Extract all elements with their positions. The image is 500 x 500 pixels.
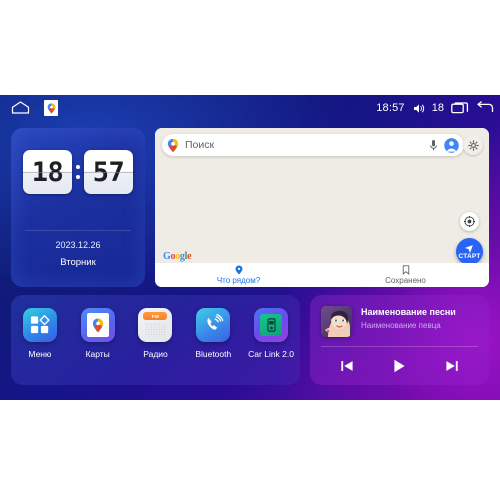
clock-hours: 18 xyxy=(23,150,72,194)
app-car-link[interactable]: Car Link 2.0 xyxy=(244,308,298,359)
status-time: 18:57 xyxy=(376,102,405,114)
radio-band-label: FM xyxy=(151,313,160,319)
google-watermark: Google xyxy=(163,251,192,262)
app-maps[interactable]: Карты xyxy=(71,308,125,359)
bookmark-icon xyxy=(402,265,409,275)
volume-level: 18 xyxy=(431,102,444,114)
car-link-icon xyxy=(254,308,289,342)
radio-speaker-grille xyxy=(145,323,166,337)
tab-whats-nearby-label: Что рядом? xyxy=(216,276,261,285)
music-divider xyxy=(321,346,478,347)
car-head-unit-home-screen: 18:57 18 18 57 2023.12.26 Вторник Поиск … xyxy=(0,95,500,400)
bluetooth-phone-icon xyxy=(196,308,231,342)
compass-locate-icon[interactable] xyxy=(460,212,479,231)
play-icon[interactable] xyxy=(391,358,407,374)
music-player-widget[interactable]: Наименование песни Наименование певца xyxy=(310,295,489,385)
status-bar: 18:57 18 xyxy=(0,95,500,121)
next-track-icon[interactable] xyxy=(445,359,459,373)
map-pin-icon xyxy=(235,265,242,275)
volume-icon[interactable] xyxy=(412,102,425,115)
search-input[interactable]: Поиск xyxy=(162,134,464,156)
clock-widget[interactable]: 18 57 2023.12.26 Вторник xyxy=(11,128,145,287)
google-maps-notification-icon[interactable] xyxy=(44,100,58,116)
start-button-label: СТАРТ xyxy=(458,253,481,260)
start-navigation-button[interactable]: СТАРТ xyxy=(456,238,483,265)
google-maps-widget[interactable]: Поиск Google СТАРТ Что рядом? Сохранено xyxy=(155,128,489,287)
status-bar-right-cluster: 18:57 18 xyxy=(376,95,494,121)
tab-saved-label: Сохранено xyxy=(385,276,426,285)
previous-track-icon[interactable] xyxy=(340,359,354,373)
music-header: Наименование песни Наименование певца xyxy=(321,306,456,337)
tab-saved[interactable]: Сохранено xyxy=(322,263,489,287)
tab-whats-nearby[interactable]: Что рядом? xyxy=(155,263,322,287)
album-art-portrait xyxy=(321,306,352,337)
app-car-link-label: Car Link 2.0 xyxy=(248,349,294,359)
microphone-icon[interactable] xyxy=(429,139,438,152)
clock-date: 2023.12.26 xyxy=(55,240,101,250)
music-controls xyxy=(321,353,478,379)
app-radio[interactable]: FM Радио xyxy=(128,308,182,359)
clock-divider xyxy=(25,230,131,231)
radio-band-badge: FM xyxy=(143,312,168,320)
google-maps-icon xyxy=(80,308,115,342)
menu-grid-icon xyxy=(22,308,57,342)
search-placeholder: Поиск xyxy=(185,139,215,151)
clock-colon xyxy=(75,165,81,179)
music-meta: Наименование песни Наименование певца xyxy=(361,306,456,330)
app-maps-label: Карты xyxy=(85,349,110,359)
back-icon[interactable] xyxy=(476,101,494,115)
navigation-arrow-icon xyxy=(464,245,473,253)
app-menu[interactable]: Меню xyxy=(13,308,67,359)
gear-icon[interactable] xyxy=(463,135,483,155)
flip-clock: 18 57 xyxy=(11,150,145,194)
clock-minutes: 57 xyxy=(84,150,133,194)
clock-weekday: Вторник xyxy=(60,257,96,268)
recents-icon[interactable] xyxy=(451,101,469,115)
account-avatar-icon[interactable] xyxy=(444,137,459,153)
map-bottom-tabs: Что рядом? Сохранено xyxy=(155,263,489,287)
music-title: Наименование песни xyxy=(361,307,456,317)
app-bluetooth-label: Bluetooth xyxy=(195,349,232,359)
app-menu-label: Меню xyxy=(28,349,52,359)
home-icon[interactable] xyxy=(11,101,30,114)
app-bluetooth[interactable]: Bluetooth xyxy=(186,308,240,359)
radio-icon: FM xyxy=(138,308,173,342)
apps-panel: Меню Карты FM Радио Bluetooth Car Link 2… xyxy=(11,295,300,385)
apps-row: Меню Карты FM Радио Bluetooth Car Link 2… xyxy=(11,308,300,359)
music-artist: Наименование певца xyxy=(361,321,441,330)
app-radio-label: Радио xyxy=(143,349,168,359)
google-maps-pin-icon xyxy=(167,138,179,153)
